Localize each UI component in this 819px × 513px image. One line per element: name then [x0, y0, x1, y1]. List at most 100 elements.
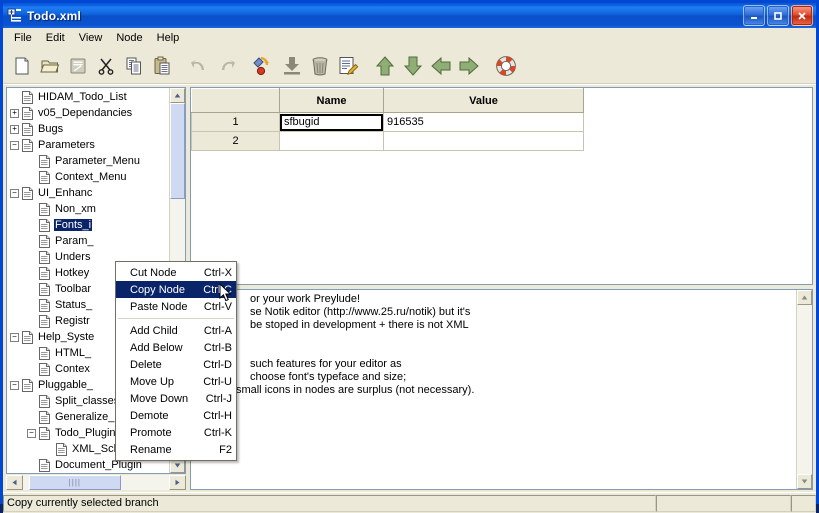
note-scroll-up-button[interactable] — [797, 290, 812, 305]
tree-item-label: Toolbar — [54, 283, 92, 295]
new-file-icon[interactable] — [8, 52, 36, 80]
rename-note-pencil-icon[interactable] — [334, 52, 362, 80]
context-menu-item-add-child[interactable]: Add ChildCtrl-A — [116, 322, 236, 339]
tree-indent — [7, 297, 27, 313]
collapse-minus-icon[interactable]: − — [10, 333, 19, 342]
copy-icon[interactable] — [120, 52, 148, 80]
tree-item-parameters[interactable]: −Parameters — [7, 137, 169, 153]
minimize-button[interactable] — [743, 5, 765, 26]
tree-item-context-menu[interactable]: Context_Menu — [7, 169, 169, 185]
column-header-value[interactable]: Value — [384, 89, 584, 113]
delete-trash-icon[interactable] — [306, 52, 334, 80]
tree-item-bugs[interactable]: +Bugs — [7, 121, 169, 137]
document-node-icon — [39, 171, 50, 184]
table-row[interactable]: 1sfbugid916535 — [192, 113, 584, 132]
tree-item-non-xm[interactable]: Non_xm — [7, 201, 169, 217]
menu-view[interactable]: View — [72, 30, 110, 46]
cell-name[interactable]: sfbugid — [280, 113, 384, 132]
table-row[interactable]: 2 — [192, 132, 584, 151]
tree-hscroll-thumb[interactable]: |||| — [29, 475, 121, 490]
column-header-corner[interactable] — [192, 89, 280, 113]
demote-right-arrow-icon[interactable] — [455, 52, 483, 80]
menu-file[interactable]: File — [7, 30, 39, 46]
status-cell-2 — [656, 495, 791, 512]
tree-item-hidam-todo-list[interactable]: HIDAM_Todo_List — [7, 89, 169, 105]
tree-indent — [7, 409, 27, 425]
maximize-button[interactable] — [767, 5, 789, 26]
tree-indent — [7, 185, 10, 201]
menu-help[interactable]: Help — [150, 30, 187, 46]
context-menu-label: Add Child — [130, 325, 198, 337]
node-context-menu[interactable]: Cut NodeCtrl-XCopy NodeCtrl-CPaste NodeC… — [115, 261, 237, 461]
tree-item-param[interactable]: Param_ — [7, 233, 169, 249]
tree-item-parameter-menu[interactable]: Parameter_Menu — [7, 153, 169, 169]
cut-scissors-icon[interactable] — [92, 52, 120, 80]
context-menu-item-add-below[interactable]: Add BelowCtrl-B — [116, 339, 236, 356]
row-number[interactable]: 2 — [192, 132, 280, 151]
name-edit-field[interactable]: sfbugid — [280, 114, 383, 131]
paste-clipboard-icon[interactable] — [148, 52, 176, 80]
document-node-icon — [22, 379, 33, 392]
collapse-minus-icon[interactable]: − — [10, 381, 19, 390]
collapse-minus-icon[interactable]: − — [10, 189, 19, 198]
add-child-icon[interactable] — [250, 52, 278, 80]
tree-item-fonts-i[interactable]: Fonts_i — [7, 217, 169, 233]
tree-item-label: Split_classes — [54, 395, 120, 407]
context-menu-item-promote[interactable]: PromoteCtrl-K — [116, 424, 236, 441]
tree-indent — [7, 313, 27, 329]
cell-value[interactable] — [384, 132, 584, 151]
tree-scroll-up-button[interactable] — [170, 88, 185, 103]
tree-horizontal-scrollbar[interactable]: |||| — [6, 475, 186, 490]
column-header-name[interactable]: Name — [280, 89, 384, 113]
context-menu-item-copy-node[interactable]: Copy NodeCtrl-C — [116, 281, 236, 298]
context-menu-item-move-up[interactable]: Move UpCtrl-U — [116, 373, 236, 390]
document-node-icon — [39, 219, 50, 232]
move-down-arrow-icon[interactable] — [399, 52, 427, 80]
expand-plus-icon[interactable]: + — [10, 109, 19, 118]
menu-node[interactable]: Node — [109, 30, 149, 46]
window-buttons — [743, 5, 813, 26]
context-menu-label: Cut Node — [130, 267, 198, 279]
note-vertical-scrollbar[interactable] — [796, 290, 812, 489]
collapse-minus-icon[interactable]: − — [27, 429, 36, 438]
context-menu-item-cut-node[interactable]: Cut NodeCtrl-X — [116, 264, 236, 281]
collapse-minus-icon[interactable]: − — [10, 141, 19, 150]
context-menu-item-paste-node[interactable]: Paste NodeCtrl-V — [116, 298, 236, 315]
tree-item-v05-dependancies[interactable]: +v05_Dependancies — [7, 105, 169, 121]
tree-scroll-right-button[interactable] — [169, 475, 186, 490]
attribute-grid[interactable]: Name Value 1sfbugid9165352 — [190, 87, 813, 285]
promote-left-arrow-icon[interactable] — [427, 52, 455, 80]
context-menu-label: Delete — [130, 359, 197, 371]
tree-hscroll-track[interactable]: |||| — [23, 475, 169, 490]
context-menu-item-delete[interactable]: DeleteCtrl-D — [116, 356, 236, 373]
tree-item-label: Fonts_i — [54, 219, 92, 231]
note-text-panel[interactable]: or your work Preylude! se Notik editor (… — [190, 289, 813, 490]
detail-pane: Name Value 1sfbugid9165352 or your work … — [188, 85, 816, 492]
redo-arrow-icon[interactable] — [213, 52, 241, 80]
context-menu-item-rename[interactable]: RenameF2 — [116, 441, 236, 458]
tree-item-ui-enhanc[interactable]: −UI_Enhanc — [7, 185, 169, 201]
help-lifering-icon[interactable] — [492, 52, 520, 80]
row-number[interactable]: 1 — [192, 113, 280, 132]
note-scroll-down-button[interactable] — [797, 474, 812, 489]
context-menu-accelerator: Ctrl-V — [198, 301, 232, 313]
note-scroll-track[interactable] — [797, 305, 812, 474]
tree-indent — [7, 281, 27, 297]
close-button[interactable] — [791, 5, 813, 26]
save-icon[interactable] — [64, 52, 92, 80]
tree-scroll-left-button[interactable] — [6, 475, 23, 490]
add-below-icon[interactable] — [278, 52, 306, 80]
tree-item-label: Parameter_Menu — [54, 155, 141, 167]
cell-value[interactable]: 916535 — [384, 113, 584, 132]
attribute-table: Name Value 1sfbugid9165352 — [191, 88, 584, 151]
undo-arrow-icon[interactable] — [185, 52, 213, 80]
expand-plus-icon[interactable]: + — [10, 125, 19, 134]
menu-edit[interactable]: Edit — [39, 30, 72, 46]
cell-name[interactable] — [280, 132, 384, 151]
tree-scroll-thumb[interactable] — [170, 103, 185, 199]
move-up-arrow-icon[interactable] — [371, 52, 399, 80]
open-folder-icon[interactable] — [36, 52, 64, 80]
context-menu-item-demote[interactable]: DemoteCtrl-H — [116, 407, 236, 424]
note-text[interactable]: or your work Preylude! se Notik editor (… — [191, 290, 796, 489]
context-menu-item-move-down[interactable]: Move DownCtrl-J — [116, 390, 236, 407]
